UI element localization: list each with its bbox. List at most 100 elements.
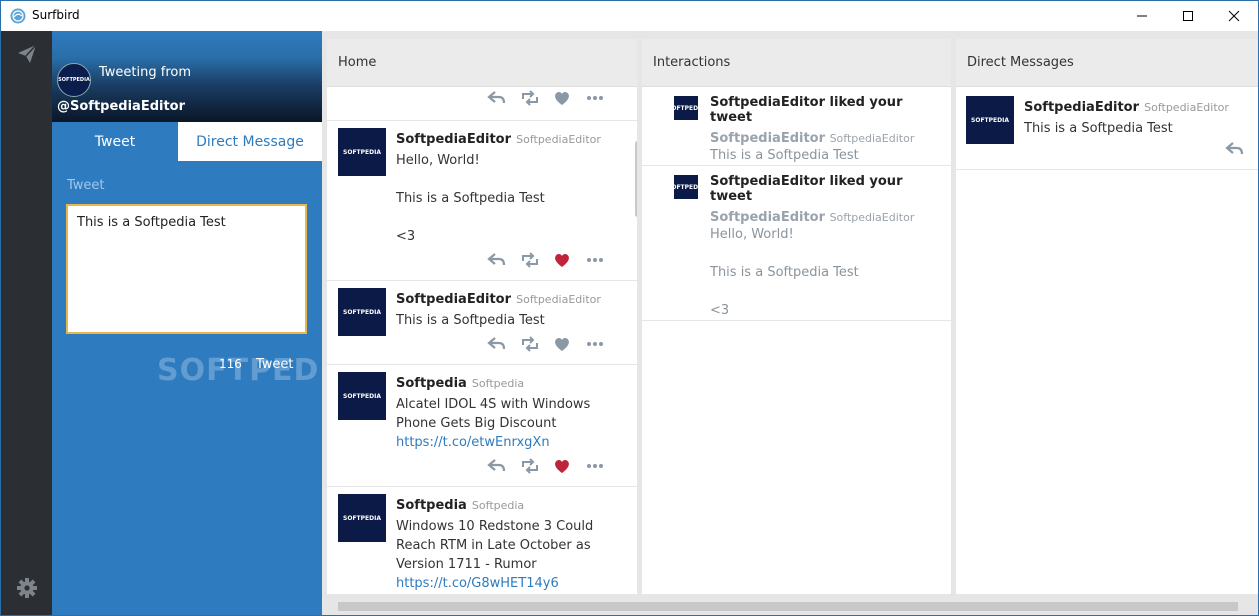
avatar-text: SOFTPEDIA <box>343 148 381 156</box>
more-button[interactable] <box>579 253 612 271</box>
tweet-text: Windows 10 Redstone 3 Could Reach RTM in … <box>396 517 631 593</box>
reply-button[interactable] <box>480 91 513 109</box>
nav-rail <box>1 31 52 615</box>
dm-item[interactable]: SOFTPEDIA SoftpediaEditor SoftpediaEditor… <box>956 87 1258 170</box>
avatar-text: SOFTPEDIA <box>58 77 90 83</box>
reply-button[interactable] <box>480 253 513 271</box>
tweet-body: Softpedia Softpedia Windows 10 Redstone 3… <box>396 494 631 593</box>
settings-button[interactable] <box>16 577 38 603</box>
dm-text: This is a Softpedia Test <box>1024 121 1173 136</box>
tweet-item[interactable]: SOFTPEDIA Softpedia Softpedia Windows 10 R… <box>327 487 637 594</box>
home-column[interactable]: Home SOFTPEDIA SoftpediaEditor SoftpediaE… <box>327 39 637 594</box>
tab-tweet[interactable]: Tweet <box>52 122 178 161</box>
retweet-button[interactable] <box>513 336 546 355</box>
dm-author[interactable]: SoftpediaEditor <box>1024 100 1139 115</box>
interactions-column[interactable]: Interactions SOFTPEDIA SoftpediaEditor li… <box>642 39 951 594</box>
tweet-item[interactable]: SOFTPEDIA SoftpediaEditor SoftpediaEditor… <box>327 121 637 281</box>
tab-direct-message[interactable]: Direct Message <box>178 122 322 161</box>
more-icon <box>586 335 606 357</box>
tweet-line <box>710 244 945 263</box>
tweet-input[interactable] <box>66 204 307 334</box>
tweet-screen-name[interactable]: SoftpediaEditor <box>830 132 915 145</box>
retweet-button[interactable] <box>513 252 546 271</box>
tweet-actions <box>480 90 612 109</box>
scrollbar-thumb[interactable] <box>338 602 1238 611</box>
tweet-author[interactable]: SoftpediaEditor <box>396 292 511 307</box>
avatar-text: SOFTPEDIA <box>343 392 381 400</box>
interactions-list: SOFTPEDIA SoftpediaEditor liked your twee… <box>642 87 951 321</box>
avatar-text: SOFTPEDIA <box>667 104 705 112</box>
surfbird-logo-icon <box>10 8 26 24</box>
minimize-button[interactable] <box>1119 1 1165 31</box>
close-button[interactable] <box>1211 1 1257 31</box>
more-button[interactable] <box>579 459 612 477</box>
tweet-link[interactable]: https://t.co/etwEnrxgXn <box>396 433 631 452</box>
direct-messages-column[interactable]: Direct Messages SOFTPEDIA SoftpediaEditor… <box>956 39 1258 594</box>
tweet-line: This is a Softpedia Test <box>396 313 545 328</box>
tweet-screen-name[interactable]: SoftpediaEditor <box>516 293 601 306</box>
retweet-icon <box>520 457 540 479</box>
tweet-header: SoftpediaEditor SoftpediaEditor <box>396 128 631 147</box>
compose-panel: SOFTPEDIA Tweeting from @SoftpediaEditor… <box>52 31 355 615</box>
tweet-line: Phone Gets Big Discount <box>396 416 557 431</box>
paper-plane-icon <box>18 44 37 63</box>
vertical-scrollbar[interactable] <box>635 141 637 217</box>
retweet-button[interactable] <box>513 90 546 109</box>
interaction-headline: SoftpediaEditor liked your tweet <box>710 95 903 125</box>
like-button[interactable] <box>546 253 579 271</box>
tweet-actions <box>480 336 612 355</box>
interaction-text: Hello, World! This is a Softpedia Test <… <box>710 225 945 320</box>
interaction-body: SoftpediaEditor liked your tweet Softpedi… <box>710 95 945 165</box>
like-button[interactable] <box>546 337 579 355</box>
tweet-text: Alcatel IDOL 4S with Windows Phone Gets B… <box>396 395 631 452</box>
char-count: 116 <box>219 357 242 371</box>
tweet-line: This is a Softpedia Test <box>396 191 545 206</box>
more-button[interactable] <box>579 91 612 109</box>
retweet-button[interactable] <box>513 457 546 479</box>
tweet-item[interactable]: SOFTPEDIA Softpedia Softpedia Alcatel IDOL… <box>327 365 637 487</box>
reply-button[interactable] <box>480 337 513 355</box>
dm-screen-name[interactable]: SoftpediaEditor <box>1144 101 1229 114</box>
horizontal-scrollbar[interactable] <box>322 598 1258 615</box>
tweet-screen-name[interactable]: SoftpediaEditor <box>830 211 915 224</box>
reply-icon <box>486 335 507 357</box>
tweet-line: Version 1711 - Rumor <box>396 557 537 572</box>
tweet-header: SoftpediaEditor SoftpediaEditor <box>396 288 631 307</box>
reply-button[interactable] <box>1218 142 1251 160</box>
send-tweet-button[interactable]: Tweet <box>256 357 294 372</box>
home-timeline: SOFTPEDIA SoftpediaEditor SoftpediaEditor… <box>327 87 637 594</box>
avatar-text: SOFTPEDIA <box>667 183 705 191</box>
tweet-author[interactable]: SoftpediaEditor <box>710 210 825 225</box>
tweet-line: <3 <box>710 303 730 318</box>
window-title: Surfbird <box>32 8 80 22</box>
title-bar: Surfbird <box>1 1 1258 31</box>
tweet-screen-name[interactable]: Softpedia <box>472 377 524 390</box>
tweet-item[interactable]: SOFTPEDIA SoftpediaEditor SoftpediaEditor… <box>327 281 637 365</box>
like-button[interactable] <box>546 459 579 477</box>
compose-nav-button[interactable] <box>16 43 38 69</box>
tweet-link[interactable]: https://t.co/G8wHET14y6 <box>396 574 631 593</box>
tweet-screen-name[interactable]: Softpedia <box>472 499 524 512</box>
interaction-tweet-header: SoftpediaEditor SoftpediaEditor <box>710 131 945 146</box>
tweet-line: Alcatel IDOL 4S with Windows <box>396 397 591 412</box>
tweet-body: Softpedia Softpedia Alcatel IDOL 4S with … <box>396 372 631 452</box>
like-button[interactable] <box>546 91 579 109</box>
tweet-line <box>396 170 631 189</box>
app-window: Surfbird SOFTPEDIA Tweeting from @Softpe… <box>0 0 1259 616</box>
tweet-author[interactable]: Softpedia <box>396 376 467 391</box>
tweet-author[interactable]: Softpedia <box>396 498 467 513</box>
interaction-item[interactable]: SOFTPEDIA SoftpediaEditor liked your twee… <box>642 166 951 321</box>
tweet-body: SoftpediaEditor SoftpediaEditor This is a… <box>396 288 631 330</box>
tweet-screen-name[interactable]: SoftpediaEditor <box>516 133 601 146</box>
compose-tabs: Tweet Direct Message <box>52 122 322 161</box>
tweet-author[interactable]: SoftpediaEditor <box>396 132 511 147</box>
interaction-item[interactable]: SOFTPEDIA SoftpediaEditor liked your twee… <box>642 87 951 166</box>
tweet-header: Softpedia Softpedia <box>396 494 631 513</box>
avatar: SOFTPEDIA <box>338 372 386 420</box>
tweet-author[interactable]: SoftpediaEditor <box>710 131 825 146</box>
maximize-button[interactable] <box>1165 1 1211 31</box>
more-button[interactable] <box>579 337 612 355</box>
avatar-text: SOFTPEDIA <box>971 116 1009 124</box>
tweet-line: Reach RTM in Late October as <box>396 538 591 553</box>
reply-button[interactable] <box>480 459 513 477</box>
